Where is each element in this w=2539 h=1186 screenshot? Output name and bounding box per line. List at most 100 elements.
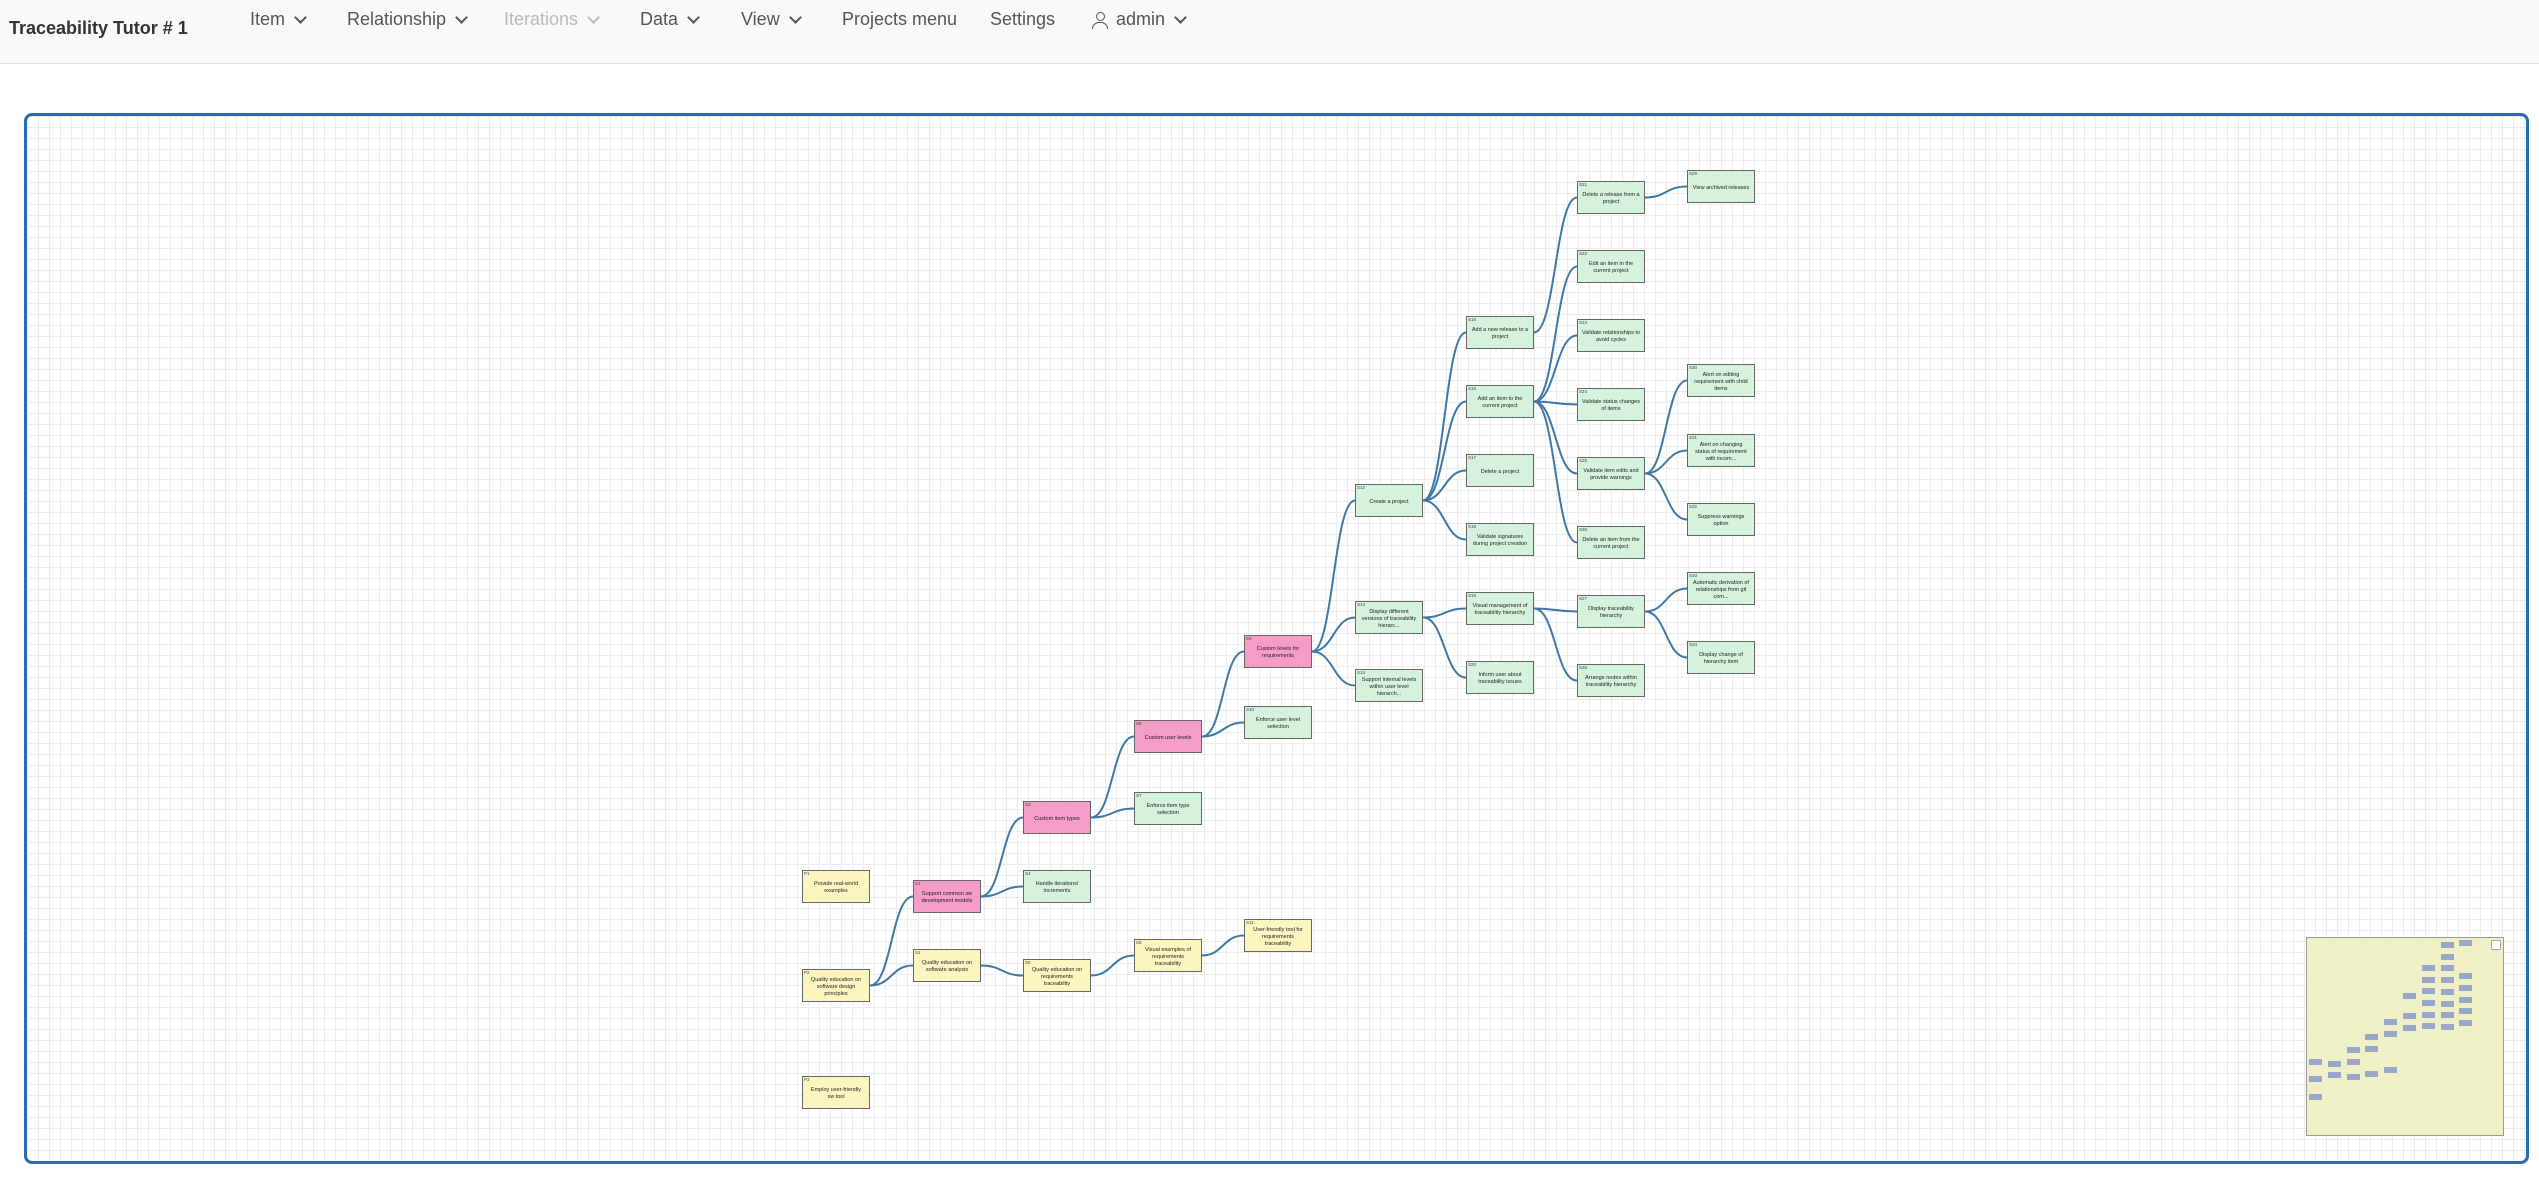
graph-node[interactable]: S29 View archived releases — [1687, 170, 1755, 203]
relationship-edge[interactable] — [1533, 196, 1578, 334]
relationship-edge[interactable] — [1201, 934, 1245, 957]
node-id: S29 — [1689, 171, 1698, 176]
graph-node[interactable]: S16 Add an item to the current project — [1466, 385, 1534, 418]
minimap-node — [2459, 996, 2473, 1003]
relationship-edge[interactable] — [1533, 334, 1578, 403]
minimap-node — [2459, 1020, 2473, 1027]
traceability-canvas[interactable]: P1 Provide real-world examples P2 Qualit… — [24, 113, 2529, 1164]
relationship-edge[interactable] — [1422, 607, 1467, 619]
relationship-edge[interactable] — [1422, 331, 1467, 502]
nav-item-menu-label: Item — [250, 9, 286, 29]
node-label: Quality education on software analysis — [921, 960, 973, 973]
minimap-node — [2421, 988, 2435, 995]
graph-node[interactable]: S8 Visual examples of requirements trace… — [1134, 939, 1202, 972]
node-label: Display change of hierarchy item — [1699, 652, 1743, 665]
node-id: S6 — [1136, 721, 1142, 726]
node-id: P2 — [804, 970, 810, 975]
graph-node[interactable]: S25 Validate item edits and provide warn… — [1577, 457, 1645, 490]
graph-node[interactable]: S14 Support internal levels within user … — [1355, 669, 1423, 702]
graph-node[interactable]: S17 Delete a project — [1466, 454, 1534, 487]
relationship-edge[interactable] — [1533, 265, 1578, 403]
graph-node[interactable]: S31 Alert on changing status of requirem… — [1687, 434, 1755, 467]
graph-node[interactable]: P2 Quality education on software design … — [802, 969, 870, 1002]
relationship-edge[interactable] — [1644, 587, 1688, 613]
nav-iterations-menu: Iterations — [504, 9, 600, 30]
graph-node[interactable]: S15 Add a new release to a project — [1466, 316, 1534, 349]
graph-node[interactable]: S30 Alert on editing requirement with ch… — [1687, 364, 1755, 397]
relationship-edge[interactable] — [980, 816, 1024, 898]
relationship-edge[interactable] — [1533, 607, 1578, 682]
node-label: View archived releases — [1692, 184, 1750, 191]
nav-data-label: Data — [640, 9, 679, 29]
graph-node[interactable]: S23 Validate relationships to avoid cycl… — [1577, 319, 1645, 352]
graph-node[interactable]: P1 Provide real-world examples — [802, 870, 870, 903]
graph-node[interactable]: S19 Visual management of traceability hi… — [1466, 592, 1534, 625]
relationship-edge[interactable] — [1422, 499, 1467, 541]
nav-iterations-label: Iterations — [504, 9, 579, 29]
minimap[interactable] — [2306, 937, 2504, 1136]
graph-node[interactable]: S20 Inform user about traceability issue… — [1466, 661, 1534, 694]
minimap-node — [2309, 1094, 2322, 1101]
graph-node[interactable]: S3 Custom item types — [1023, 801, 1091, 834]
nav-item-menu[interactable]: Item — [250, 9, 307, 30]
graph-node[interactable]: S2 Quality education on software analysi… — [913, 949, 981, 982]
node-label: Support common sw development models — [921, 891, 973, 904]
node-label: Arrange nodes within traceability hierar… — [1585, 675, 1637, 688]
graph-node[interactable]: S5 Quality education on requirements tra… — [1023, 959, 1091, 992]
graph-node[interactable]: S28 Arrange nodes within traceability hi… — [1577, 664, 1645, 697]
relationship-edge[interactable] — [1533, 400, 1578, 475]
graph-node[interactable]: S10 Enforce user level selection — [1244, 706, 1312, 739]
graph-node[interactable]: S1 Support common sw development models — [913, 880, 981, 913]
relationship-edge[interactable] — [1311, 650, 1356, 687]
graph-node[interactable]: S6 Custom user levels — [1134, 720, 1202, 753]
graph-node[interactable]: S9 Custom levels for requirements — [1244, 635, 1312, 668]
minimap-node — [2327, 1060, 2341, 1067]
nav-relationship-menu[interactable]: Relationship — [347, 9, 468, 30]
graph-node[interactable]: S26 Delete an item from the current proj… — [1577, 526, 1645, 559]
minimap-viewport[interactable] — [2491, 940, 2501, 950]
relationship-edge[interactable] — [1090, 735, 1135, 819]
node-label: Display traceability hierarchy — [1588, 606, 1634, 619]
minimap-node — [2440, 977, 2454, 984]
node-id: P3 — [804, 1077, 810, 1082]
graph-node[interactable]: S4 Handle iterations/ increments — [1023, 870, 1091, 903]
minimap-node — [2421, 964, 2435, 971]
graph-node[interactable]: S12 Create a project — [1355, 484, 1423, 517]
graph-node[interactable]: S27 Display traceability hierarchy — [1577, 595, 1645, 628]
node-id: S10 — [1246, 707, 1255, 712]
relationship-edge[interactable] — [980, 964, 1024, 977]
graph-node[interactable]: S13 Display different versions of tracea… — [1355, 601, 1423, 634]
nav-projects-menu[interactable]: Projects menu — [842, 9, 957, 30]
relationship-edge[interactable] — [1422, 616, 1467, 679]
brand-title[interactable]: Traceability Tutor # 1 — [9, 18, 188, 39]
graph-node[interactable]: P3 Employ user-friendly sw tool — [802, 1076, 870, 1109]
relationship-edge[interactable] — [1644, 185, 1688, 199]
relationship-edge[interactable] — [1090, 954, 1135, 977]
graph-node[interactable]: S7 Enforce item type selection — [1134, 792, 1202, 825]
node-id: S5 — [1025, 960, 1031, 965]
node-label: Quality education on software design pri… — [810, 976, 862, 997]
nav-settings[interactable]: Settings — [990, 9, 1055, 30]
graph-node[interactable]: S33 Automatic derivation of relationship… — [1687, 572, 1755, 605]
graph-node[interactable]: S32 Suppress warnings option — [1687, 503, 1755, 536]
node-label: Support internal levels within user leve… — [1361, 676, 1417, 697]
graph-node[interactable]: S11 User-friendly tool for requirements … — [1244, 919, 1312, 952]
relationship-edge[interactable] — [1311, 499, 1356, 653]
nav-data-menu[interactable]: Data — [640, 9, 700, 30]
relationship-edge[interactable] — [1090, 807, 1135, 819]
relationship-edge[interactable] — [1644, 379, 1688, 475]
graph-node[interactable]: S21 Delete a release from a project — [1577, 181, 1645, 214]
graph-node[interactable]: S34 Display change of hierarchy item — [1687, 641, 1755, 674]
graph-node[interactable]: S24 Validate status changes of items — [1577, 388, 1645, 421]
relationship-edge[interactable] — [1644, 610, 1688, 659]
node-id: S18 — [1468, 524, 1477, 529]
nav-view-menu[interactable]: View — [741, 9, 802, 30]
node-label: Visual examples of requirements traceabi… — [1144, 946, 1192, 967]
graph-node[interactable]: S18 Validate signatures during project c… — [1466, 523, 1534, 556]
node-id: S22 — [1579, 251, 1588, 256]
user-menu[interactable]: admin — [1092, 9, 1187, 30]
minimap-node — [2440, 988, 2454, 995]
relationship-edge[interactable] — [1644, 472, 1688, 521]
graph-node[interactable]: S22 Edit an item in the current project — [1577, 250, 1645, 283]
relationship-edge[interactable] — [869, 895, 914, 987]
